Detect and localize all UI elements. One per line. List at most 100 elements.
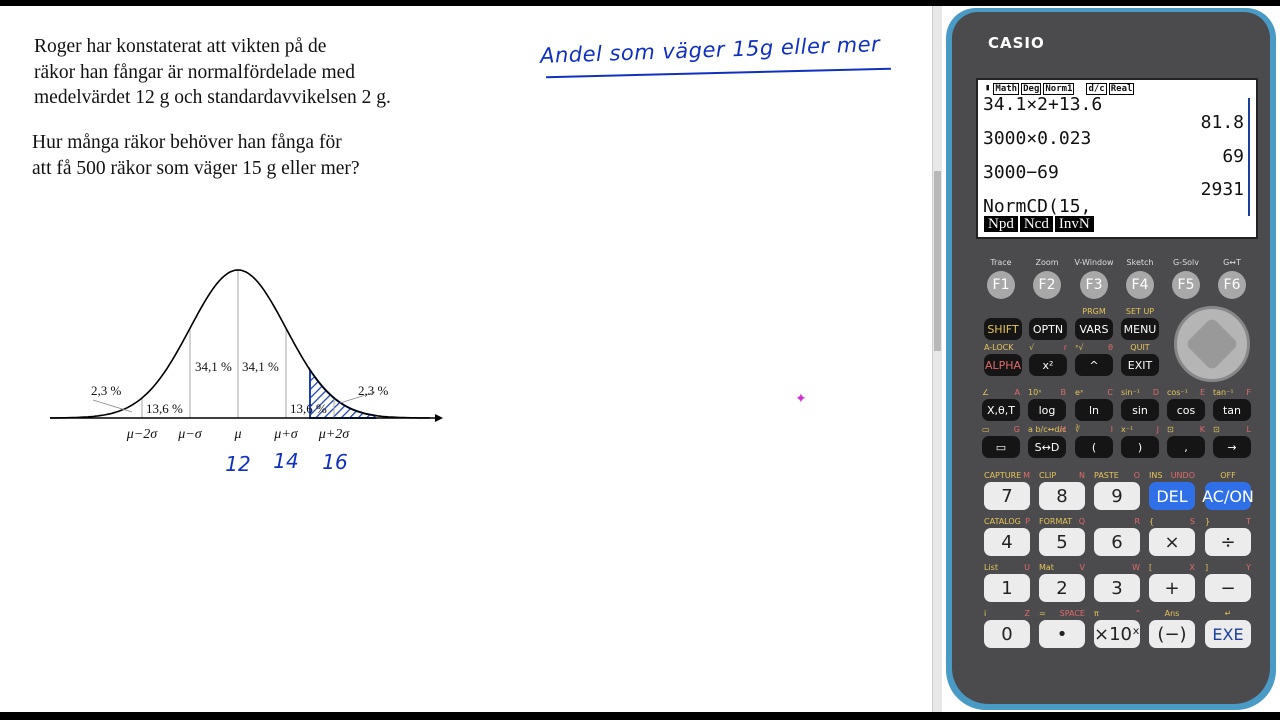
axis-arrow xyxy=(435,414,443,422)
key-f4[interactable]: F4 xyxy=(1126,271,1154,299)
dpad-replay-button[interactable] xyxy=(1174,306,1250,382)
key-alpha[interactable]: ALPHA xyxy=(984,354,1022,376)
key-0[interactable]: 0 xyxy=(984,620,1030,648)
key-8[interactable]: 8 xyxy=(1039,482,1085,510)
bottom-bar xyxy=(0,712,1280,720)
key-f2[interactable]: F2 xyxy=(1033,271,1061,299)
key-optn[interactable]: OPTN xyxy=(1029,318,1067,340)
key-f3[interactable]: F3 xyxy=(1080,271,1108,299)
expression: 3000−69 xyxy=(983,162,1059,183)
key-vars[interactable]: VARS xyxy=(1075,318,1113,340)
alpha-label: C xyxy=(1107,388,1113,397)
key-tan[interactable]: tan xyxy=(1213,399,1251,421)
key-menu[interactable]: MENU xyxy=(1121,318,1159,340)
key-ln[interactable]: ln xyxy=(1075,399,1113,421)
key-symbol[interactable]: ( xyxy=(1075,436,1113,458)
axis-label: μ−σ xyxy=(177,427,202,442)
scrollbar-thumb[interactable] xyxy=(934,171,941,351)
function-menu: Npd Ncd InvN xyxy=(984,216,1094,232)
key-shift[interactable]: SHIFT xyxy=(984,318,1022,340)
key-symbol[interactable]: − xyxy=(1205,574,1251,602)
key-symbol[interactable]: × xyxy=(1149,528,1195,556)
key-f1[interactable]: F1 xyxy=(987,271,1015,299)
alpha-label: L xyxy=(1246,425,1251,434)
shift-label: cos⁻¹ xyxy=(1167,388,1188,397)
shift-label: CAPTURE xyxy=(984,471,1022,480)
input-line: NormCD(15, xyxy=(983,196,1092,217)
key-exe[interactable]: EXE xyxy=(1205,620,1251,648)
brand-logo: CASIO xyxy=(988,34,1045,52)
question-text: Roger har konstaterat att vikten på de r… xyxy=(34,34,391,111)
shift-label: FORMAT xyxy=(1039,517,1073,526)
shift-label: ↵ xyxy=(1224,609,1232,618)
key-7[interactable]: 7 xyxy=(984,482,1030,510)
shift-label: Trace xyxy=(990,258,1012,267)
shift-label: ∠ xyxy=(982,388,990,397)
shift-label: i xyxy=(984,609,987,618)
key-exit[interactable]: EXIT xyxy=(1121,354,1159,376)
shift-label: ˣ√ xyxy=(1075,343,1084,352)
shift-label: [ xyxy=(1149,563,1153,572)
key-symbol[interactable]: • xyxy=(1039,620,1085,648)
handwritten-value: 12 xyxy=(225,452,250,476)
alpha-label: T xyxy=(1246,517,1251,526)
key-symbol[interactable]: ) xyxy=(1121,436,1159,458)
menu-invn: InvN xyxy=(1054,216,1094,232)
shift-label: A-LOCK xyxy=(984,343,1014,352)
shift-label: ⊡ xyxy=(1167,425,1174,434)
key-x[interactable]: x² xyxy=(1029,354,1067,376)
key-s-d[interactable]: S↔D xyxy=(1028,436,1066,458)
shift-label: Mat xyxy=(1039,563,1054,572)
scrollbar[interactable] xyxy=(932,6,942,712)
alpha-label: SPACE xyxy=(1059,609,1085,618)
key-cos[interactable]: cos xyxy=(1167,399,1205,421)
alpha-label: X xyxy=(1189,563,1195,572)
key-x-t[interactable]: X,θ,T xyxy=(982,399,1020,421)
pct-label: 2,3 % xyxy=(91,383,122,398)
normal-distribution-diagram: 2,3 % 13,6 % 34,1 % 34,1 % 13,6 % 2,3 % … xyxy=(50,269,443,476)
key-symbol[interactable]: + xyxy=(1149,574,1195,602)
result: 81.8 xyxy=(1200,112,1244,133)
line: räkor han fångar är normalfördelade med xyxy=(34,61,356,83)
line: att få 500 räkor som väger 15 g eller me… xyxy=(32,157,360,179)
key-symbol[interactable]: (−) xyxy=(1149,620,1195,648)
key-ac-on[interactable]: AC/ON xyxy=(1202,482,1254,510)
key-1[interactable]: 1 xyxy=(984,574,1030,602)
pct-label: 13,6 % xyxy=(146,401,183,416)
alpha-label: B xyxy=(1060,388,1067,397)
key-6[interactable]: 6 xyxy=(1094,528,1140,556)
shift-label: 10ˣ xyxy=(1028,388,1042,397)
shift-label: G-Solv xyxy=(1172,258,1199,267)
alpha-label: E xyxy=(1199,388,1205,397)
key-4[interactable]: 4 xyxy=(984,528,1030,556)
shift-label: Ans xyxy=(1164,609,1180,618)
key-symbol[interactable]: ▭ xyxy=(982,436,1020,458)
alpha-label: P xyxy=(1025,517,1030,526)
shift-label: = xyxy=(1039,609,1046,618)
alpha-label: I xyxy=(1110,425,1113,434)
alpha-label: ” xyxy=(1135,609,1140,618)
key-symbol[interactable]: ^ xyxy=(1075,354,1113,376)
key-symbol[interactable]: , xyxy=(1167,436,1205,458)
key-symbol[interactable]: ÷ xyxy=(1205,528,1251,556)
alpha-label: S xyxy=(1189,517,1195,526)
key-10[interactable]: ×10ˣ xyxy=(1094,620,1140,648)
alpha-label: G xyxy=(1013,425,1020,434)
key-sin[interactable]: sin xyxy=(1121,399,1159,421)
key-9[interactable]: 9 xyxy=(1094,482,1140,510)
shift-label: V-Window xyxy=(1074,258,1114,267)
key-f5[interactable]: F5 xyxy=(1172,271,1200,299)
alpha-label: J xyxy=(1156,425,1159,434)
key-log[interactable]: log xyxy=(1028,399,1066,421)
key-f6[interactable]: F6 xyxy=(1218,271,1246,299)
key-del[interactable]: DEL xyxy=(1149,482,1195,510)
pct-label: 13,6 % xyxy=(290,401,327,416)
key-symbol[interactable]: → xyxy=(1213,436,1251,458)
axis-label: μ−2σ xyxy=(126,427,158,442)
key-2[interactable]: 2 xyxy=(1039,574,1085,602)
top-bar xyxy=(0,0,1280,6)
shift-label: sin⁻¹ xyxy=(1121,388,1140,397)
key-3[interactable]: 3 xyxy=(1094,574,1140,602)
key-5[interactable]: 5 xyxy=(1039,528,1085,556)
handwritten-value: 14 xyxy=(273,449,298,473)
